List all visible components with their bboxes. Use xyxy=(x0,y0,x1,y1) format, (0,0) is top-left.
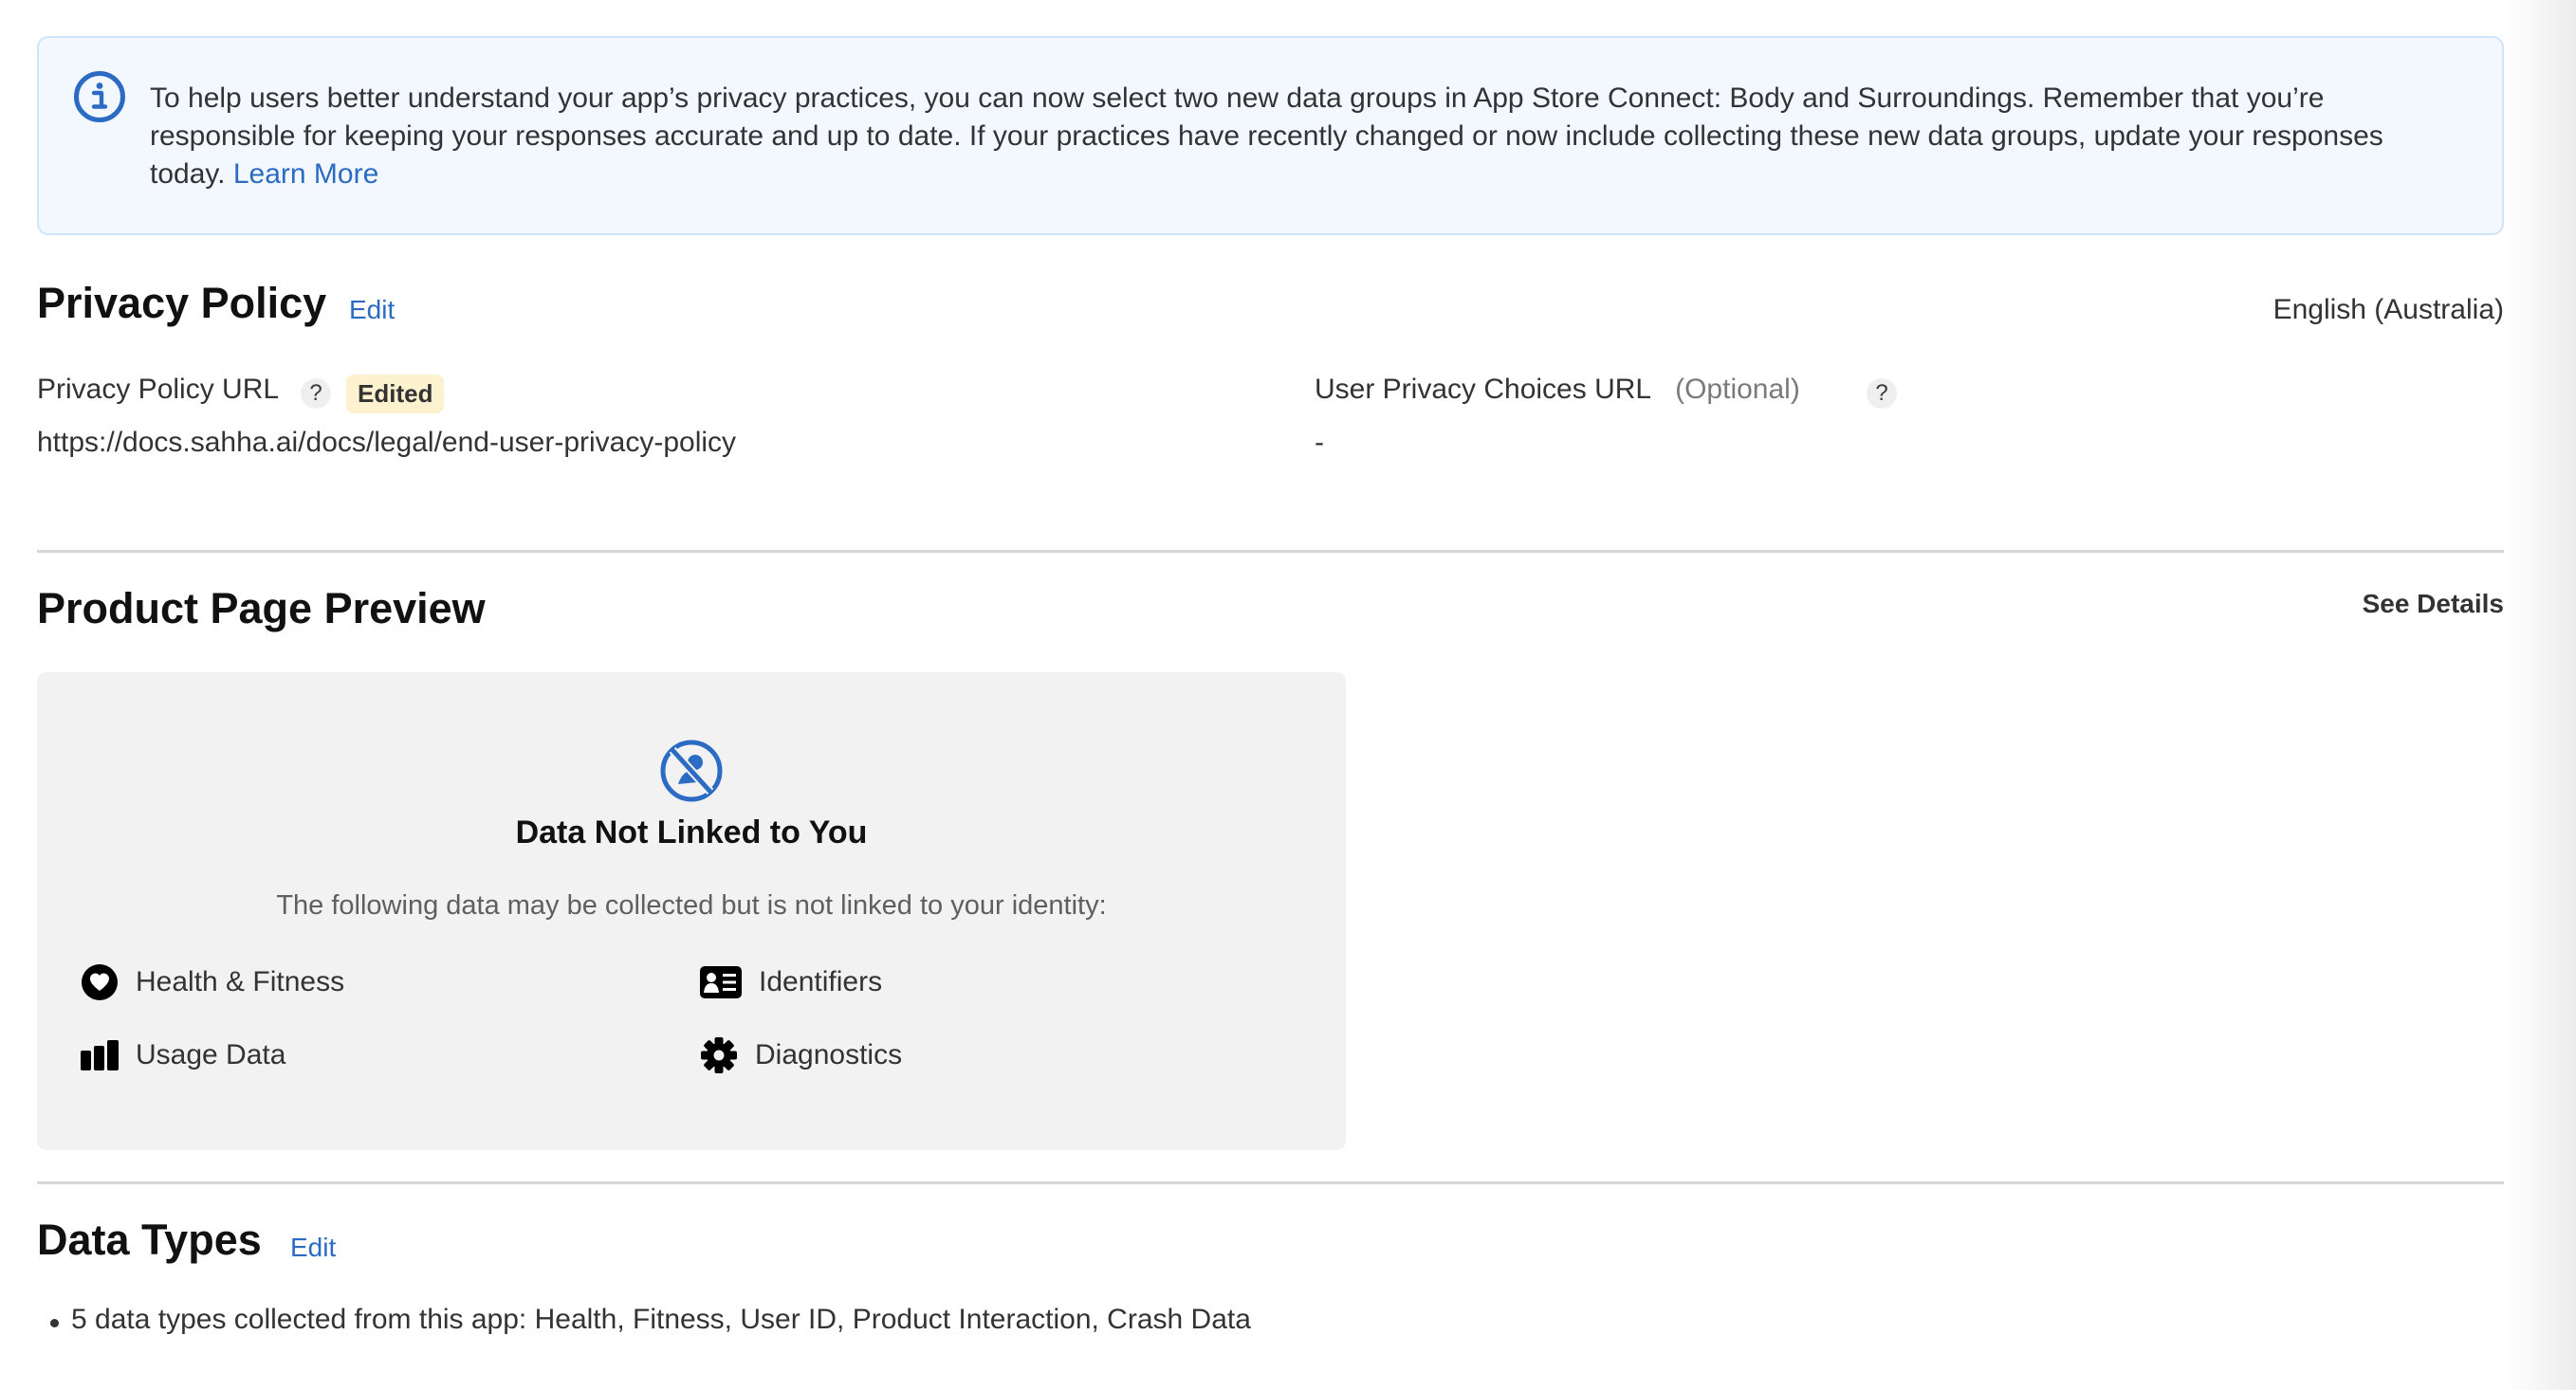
data-item-label: Health & Fitness xyxy=(136,966,345,997)
learn-more-link[interactable]: Learn More xyxy=(233,158,378,190)
data-item-health-fitness: Health & Fitness xyxy=(81,961,344,1003)
privacy-policy-url-help-icon[interactable]: ? xyxy=(301,378,331,409)
user-privacy-choices-help-icon[interactable]: ? xyxy=(1867,378,1897,409)
heart-circle-icon xyxy=(82,964,118,1000)
language-label: English (Australia) xyxy=(2272,294,2504,325)
privacy-policy-url-value: https://docs.sahha.ai/docs/legal/end-use… xyxy=(37,427,737,458)
id-card-icon xyxy=(700,966,742,998)
user-privacy-choices-url-label-text: User Privacy Choices URL xyxy=(1315,374,1652,405)
privacy-policy-url-label: Privacy Policy URL xyxy=(37,374,280,405)
user-privacy-choices-url-value: - xyxy=(1315,427,1324,458)
edited-badge: Edited xyxy=(346,375,445,413)
data-item-diagnostics: Diagnostics xyxy=(700,1034,902,1076)
section-divider xyxy=(37,1181,2504,1184)
privacy-preview-card: Data Not Linked to You The following dat… xyxy=(37,672,1346,1150)
banner-message: To help users better understand your app… xyxy=(150,80,2464,193)
see-details-link[interactable]: See Details xyxy=(2363,589,2504,619)
gear-icon xyxy=(701,1037,737,1073)
data-item-label: Diagnostics xyxy=(755,1039,903,1070)
data-item-label: Usage Data xyxy=(136,1039,286,1070)
privacy-policy-heading: Privacy Policy xyxy=(37,279,327,327)
data-item-identifiers: Identifiers xyxy=(700,961,882,1003)
not-linked-person-icon xyxy=(660,740,723,802)
data-types-heading: Data Types xyxy=(37,1216,262,1264)
privacy-policy-edit-link[interactable]: Edit xyxy=(349,295,395,325)
optional-label: (Optional) xyxy=(1675,374,1800,405)
info-banner: To help users better understand your app… xyxy=(37,36,2504,235)
info-circle-icon xyxy=(74,71,125,122)
product-page-preview-heading: Product Page Preview xyxy=(37,584,486,632)
window-edge-shadow xyxy=(2504,0,2576,1390)
card-subtitle: The following data may be collected but … xyxy=(276,890,1107,921)
section-divider xyxy=(37,550,2504,553)
banner-text: To help users better understand your app… xyxy=(150,82,2383,190)
bar-chart-icon xyxy=(81,1040,119,1070)
card-title: Data Not Linked to You xyxy=(515,814,868,850)
data-item-label: Identifiers xyxy=(759,966,883,997)
data-types-edit-link[interactable]: Edit xyxy=(290,1233,336,1263)
data-types-list: 5 data types collected from this app: He… xyxy=(50,1304,1251,1336)
user-privacy-choices-url-label: User Privacy Choices URL (Optional) xyxy=(1315,374,1800,406)
data-types-summary-item: 5 data types collected from this app: He… xyxy=(50,1304,1251,1336)
data-item-usage-data: Usage Data xyxy=(81,1034,285,1076)
